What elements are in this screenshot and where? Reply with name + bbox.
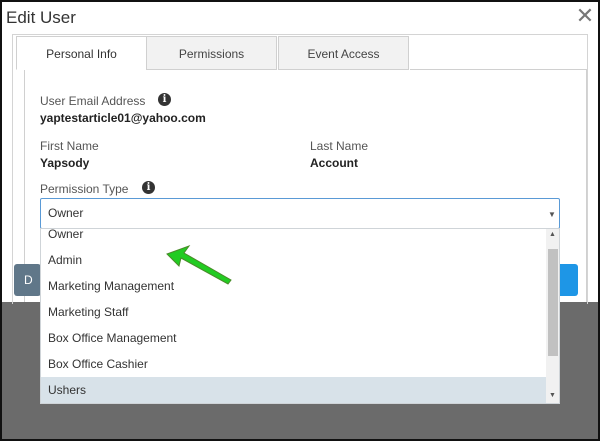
chevron-down-icon[interactable]: ▼ <box>548 210 556 219</box>
last-name-label: Last Name <box>310 139 369 153</box>
option-admin[interactable]: Admin <box>41 247 546 273</box>
close-icon[interactable]: ✕ <box>574 5 596 28</box>
option-marketing-staff[interactable]: Marketing Staff <box>41 299 546 325</box>
dialog-title: Edit User <box>6 8 76 27</box>
scroll-up-icon[interactable]: ▲ <box>549 231 556 238</box>
footer-right-button[interactable] <box>560 264 578 296</box>
email-label: User Email Address <box>40 94 146 108</box>
tab-permissions[interactable]: Permissions <box>146 36 277 70</box>
scrollbar-thumb[interactable] <box>548 249 558 356</box>
option-marketing-management[interactable]: Marketing Management <box>41 273 546 299</box>
permission-type-select[interactable]: Owner <box>40 198 560 229</box>
footer-left-button[interactable]: D <box>14 264 41 296</box>
email-info-icon[interactable]: i <box>158 93 171 106</box>
permission-info-icon[interactable]: i <box>142 181 155 194</box>
tab-personal-info[interactable]: Personal Info <box>16 36 147 70</box>
first-name-value: Yapsody <box>40 156 90 170</box>
scroll-down-icon[interactable]: ▼ <box>549 392 556 399</box>
email-value: yaptestarticle01@yahoo.com <box>40 111 206 125</box>
dropdown-scrollbar[interactable]: ▲ ▼ <box>546 229 559 403</box>
option-box-office-management[interactable]: Box Office Management <box>41 325 546 351</box>
option-owner[interactable]: Owner <box>41 229 546 247</box>
option-ushers[interactable]: Ushers <box>41 377 546 403</box>
permission-type-label: Permission Type <box>40 182 129 196</box>
option-box-office-cashier[interactable]: Box Office Cashier <box>41 351 546 377</box>
permission-dropdown-list: Owner Admin Marketing Management Marketi… <box>40 228 560 404</box>
tab-event-access[interactable]: Event Access <box>278 36 409 70</box>
green-arrow-icon <box>166 244 232 285</box>
first-name-label: First Name <box>40 139 99 153</box>
last-name-value: Account <box>310 156 358 170</box>
